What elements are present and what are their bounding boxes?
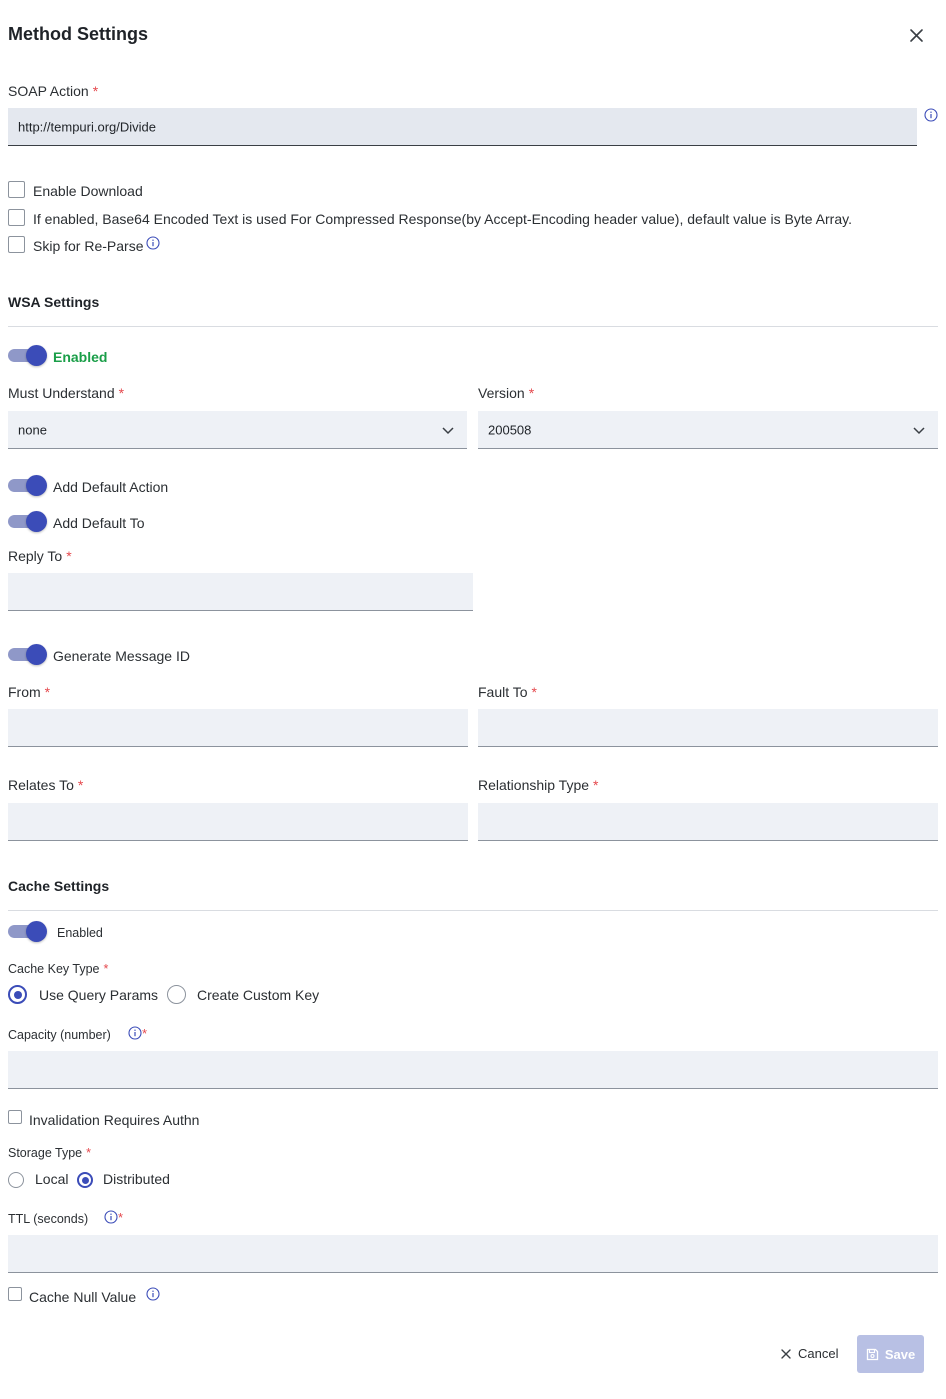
reply-to-label: Reply To * [8,548,72,564]
capacity-required-mark: * [142,1026,148,1041]
use-query-params-label: Use Query Params [39,987,159,1003]
storage-distributed-radio[interactable] [77,1172,93,1188]
capacity-label: Capacity (number) [8,1028,111,1042]
version-value: 200508 [488,422,532,437]
add-default-action-label: Add Default Action [53,479,169,495]
cancel-button[interactable]: Cancel [780,1346,838,1361]
must-understand-label: Must Understand * [8,385,125,401]
wsa-enabled-label: Enabled [53,349,108,365]
cache-null-value-info-icon[interactable] [146,1287,160,1301]
wsa-enabled-toggle[interactable] [8,345,47,366]
wsa-section-title: WSA Settings [8,294,100,310]
soap-action-value: http://tempuri.org/Divide [18,119,157,134]
relates-to-label: Relates To * [8,777,84,793]
skip-reparse-checkbox[interactable] [8,236,25,253]
close-icon [781,1348,791,1359]
save-button[interactable]: Save [857,1335,924,1373]
cache-enabled-label: Enabled [57,926,103,940]
skip-reparse-label: Skip for Re-Parse [33,238,144,254]
must-understand-value: none [18,422,47,437]
invalidation-label: Invalidation Requires Authn [29,1112,200,1128]
create-custom-key-label: Create Custom Key [197,987,320,1003]
storage-distributed-label: Distributed [103,1171,170,1187]
version-select[interactable]: 200508 [478,411,938,449]
must-understand-select[interactable]: none [8,411,467,449]
add-default-to-toggle[interactable] [8,511,47,532]
close-icon[interactable] [908,27,925,44]
soap-action-input[interactable]: http://tempuri.org/Divide [8,108,917,146]
storage-local-radio[interactable] [8,1172,24,1188]
generate-message-id-label: Generate Message ID [53,648,190,664]
dialog-title: Method Settings [8,24,148,44]
fault-to-input[interactable] [478,709,938,747]
ttl-input[interactable] [8,1235,938,1273]
cache-section-title: Cache Settings [8,878,110,894]
cache-null-value-checkbox[interactable] [8,1287,22,1301]
create-custom-key-radio[interactable] [167,985,186,1004]
soap-action-label: SOAP Action * [8,83,99,99]
ttl-label: TTL (seconds) [8,1212,89,1226]
ttl-info-icon[interactable] [104,1210,118,1224]
soap-action-info-icon[interactable] [924,108,938,122]
add-default-to-label: Add Default To [53,515,145,531]
base64-checkbox[interactable] [8,209,25,226]
chevron-down-icon [913,426,925,434]
from-label: From * [8,684,51,700]
ttl-required-mark: * [118,1210,124,1225]
from-input[interactable] [8,709,468,747]
reply-to-input[interactable] [8,573,473,611]
capacity-input[interactable] [8,1051,938,1089]
storage-local-label: Local [35,1171,69,1187]
add-default-action-toggle[interactable] [8,475,47,496]
generate-message-id-toggle[interactable] [8,644,47,665]
invalidation-checkbox[interactable] [8,1110,22,1124]
skip-reparse-info-icon[interactable] [146,236,160,250]
dialog-footer: Cancel Save [0,1334,946,1399]
cancel-label: Cancel [798,1346,839,1361]
relationship-type-label: Relationship Type * [478,777,599,793]
save-icon [866,1348,878,1360]
use-query-params-radio[interactable] [8,985,27,1004]
base64-label: If enabled, Base64 Encoded Text is used … [33,211,852,227]
capacity-info-icon[interactable] [128,1026,142,1040]
fault-to-label: Fault To * [478,684,537,700]
cache-enabled-toggle[interactable] [8,921,47,942]
enable-download-label: Enable Download [33,183,143,199]
cache-null-value-label: Cache Null Value [29,1289,137,1305]
save-label: Save [884,1346,916,1362]
wsa-divider [8,326,938,327]
relates-to-input[interactable] [8,803,468,841]
enable-download-checkbox[interactable] [8,181,25,198]
version-label: Version * [478,385,535,401]
chevron-down-icon [442,426,454,434]
relationship-type-input[interactable] [478,803,938,841]
cache-key-type-label: Cache Key Type * [8,962,109,976]
storage-type-label: Storage Type * [8,1146,92,1160]
cache-divider [8,910,938,911]
